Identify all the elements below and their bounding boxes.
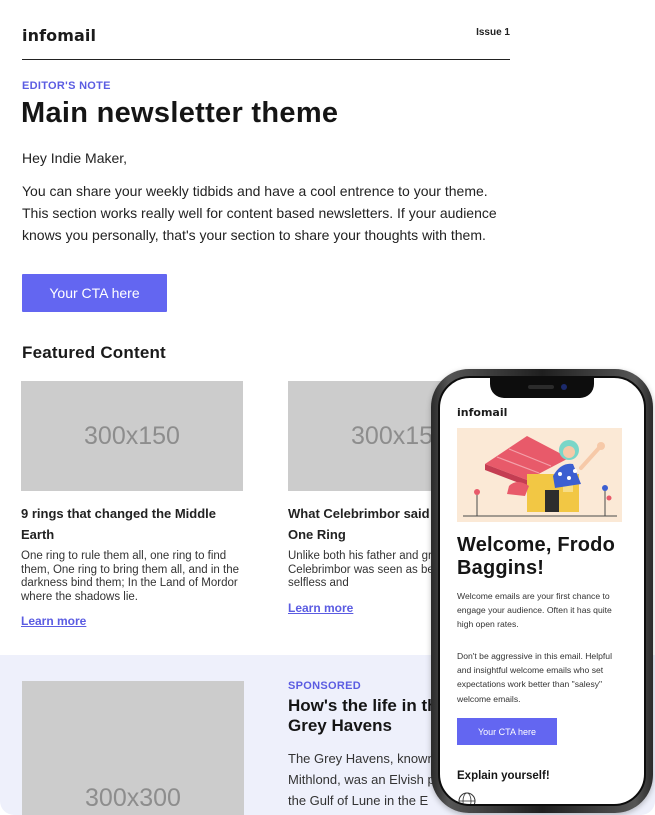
learn-more-link[interactable]: Learn more — [288, 601, 353, 615]
phone-cta-button[interactable]: Your CTA here — [457, 718, 557, 745]
intro-text: You can share your weekly tidbids and ha… — [22, 183, 497, 243]
welcome-title: Welcome, Frodo Baggins! — [457, 534, 616, 579]
cta-button[interactable]: Your CTA here — [22, 274, 167, 312]
card-description: One ring to rule them all, one ring to f… — [21, 550, 239, 603]
camera-icon — [561, 384, 567, 390]
speaker-icon — [528, 385, 554, 389]
issue-label: Issue 1 — [476, 27, 510, 38]
explain-heading: Explain yourself! — [457, 770, 550, 782]
image-placeholder: 300x150 — [21, 381, 243, 491]
greeting: Hey Indie Maker, — [22, 150, 128, 166]
globe-icon — [457, 791, 477, 804]
featured-card: 300x150 9 rings that changed the Middle … — [21, 381, 246, 630]
sponsored-eyebrow: SPONSORED — [288, 680, 361, 692]
house-illustration-icon — [457, 428, 622, 522]
featured-title: Featured Content — [22, 343, 166, 362]
phone-logo: infomail — [457, 406, 508, 419]
newsletter-page: infomail Issue 1 EDITOR'S NOTE Main news… — [0, 0, 655, 815]
sponsored-image-placeholder: 300x300 — [22, 681, 244, 815]
newsletter-header: infomail Issue 1 — [22, 26, 510, 60]
phone-screen: infomail Welcome, Frodo Baggins! Welcome… — [438, 376, 646, 806]
learn-more-link[interactable]: Learn more — [21, 614, 86, 628]
logo: infomail — [22, 26, 97, 45]
card-title: 9 rings that changed the Middle Earth — [21, 506, 217, 542]
page-title: Main newsletter theme — [21, 97, 339, 129]
welcome-text: Welcome emails are your first chance to … — [457, 591, 612, 630]
phone-mockup: infomail Welcome, Frodo Baggins! Welcome… — [431, 369, 653, 813]
editor-note-eyebrow: EDITOR'S NOTE — [22, 80, 111, 92]
welcome-advice-text: Don't be aggressive in this email. Helpf… — [457, 651, 612, 704]
phone-notch — [490, 378, 594, 398]
